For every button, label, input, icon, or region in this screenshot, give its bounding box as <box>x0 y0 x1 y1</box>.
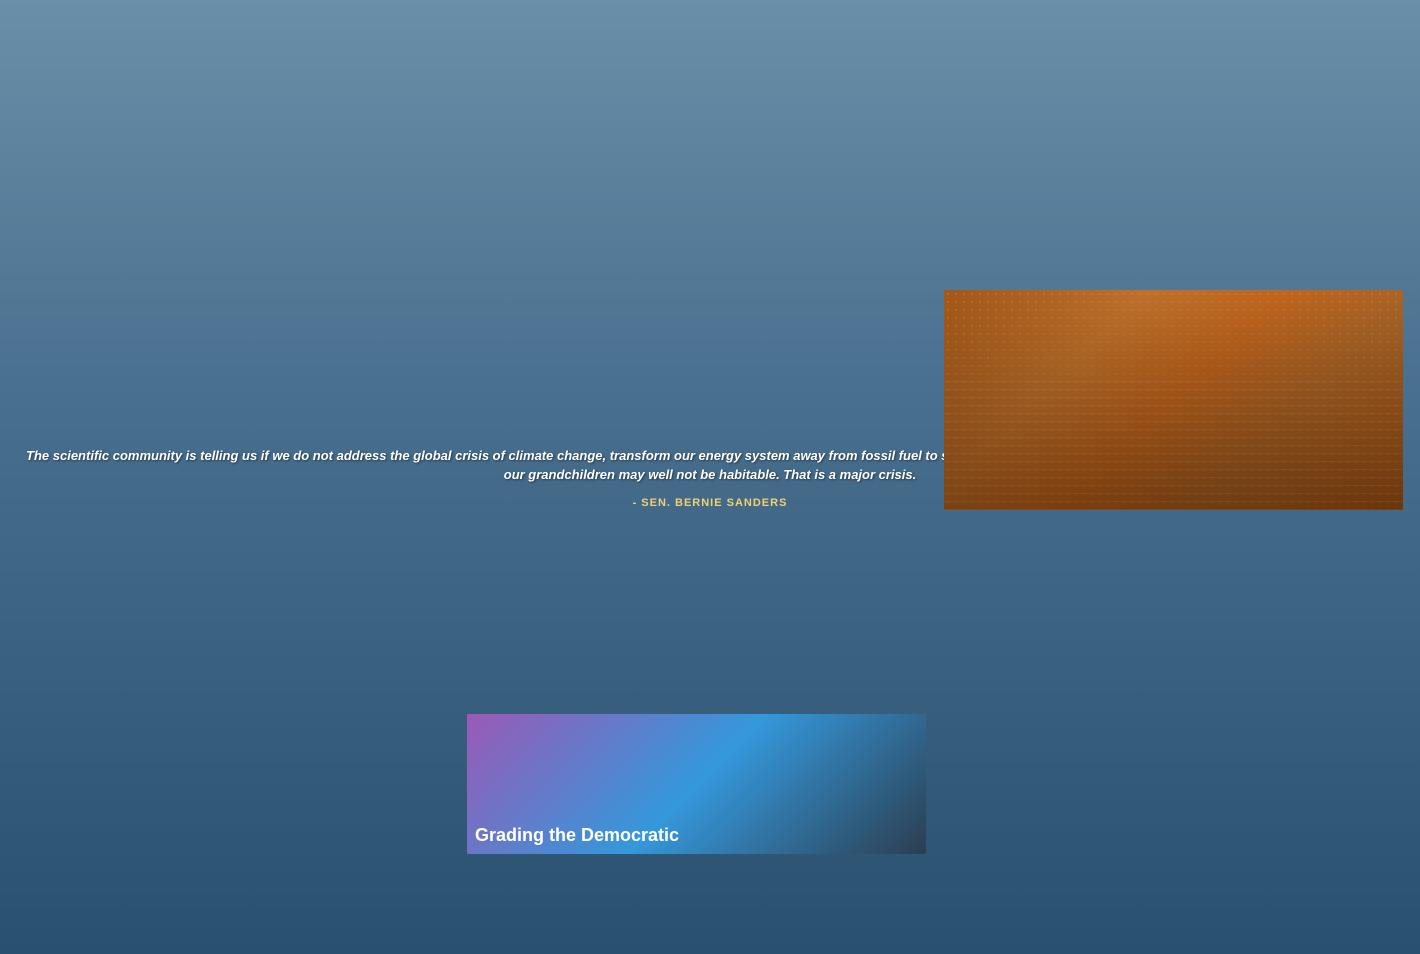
post-card-bernie: 👴 U.S. Senator Bernie Sanders f The scie… <box>466 233 927 641</box>
bloomberg-image: Grading the Democratic <box>467 714 926 854</box>
main-content: Collections Default Collection US-Electi… <box>230 172 1420 954</box>
app-container: f Signal DISCOVER Trending Leaderboards … <box>0 118 1420 954</box>
trump-crowd-image <box>944 290 1403 510</box>
posts-grid: 👴 U.S. Senator Bernie Sanders f The scie… <box>450 217 1420 871</box>
posts-area: US-Election Delete Collection 👴 <box>450 172 1420 954</box>
bloomberg-post-title: Grading the Democratic <box>475 825 679 847</box>
content-wrapper: Saved Posts and Collections ANDY SHU XIN… <box>230 118 1420 954</box>
post-image-trump <box>944 290 1403 510</box>
